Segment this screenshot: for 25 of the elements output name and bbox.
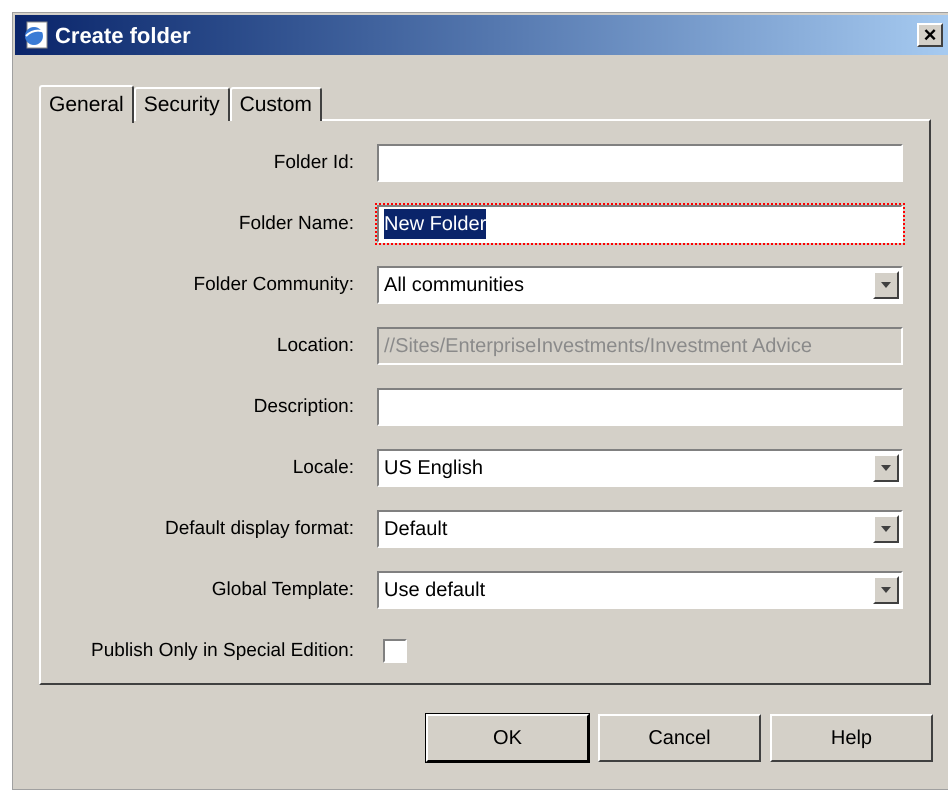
close-button[interactable]: × (917, 23, 943, 47)
tab[interactable]: Security (134, 87, 230, 121)
dropdown[interactable]: All communities (377, 266, 903, 304)
field-label: Default display format: (164, 516, 355, 541)
field-label: Folder Name: (238, 212, 355, 236)
checkbox[interactable] (383, 639, 407, 663)
tab[interactable]: Custom (230, 87, 322, 121)
field-label: Location: (276, 334, 355, 358)
field-label: Global Template: (210, 578, 355, 602)
field-label: Publish Only in Special Edition: (90, 638, 355, 663)
field-label: Description: (252, 394, 355, 419)
dialog-button[interactable]: OK (426, 714, 589, 762)
text-field[interactable] (377, 388, 903, 426)
dialog-button[interactable]: Help (770, 714, 933, 762)
field-label: Locale: (292, 456, 355, 480)
dialog-button[interactable]: Cancel (598, 714, 761, 762)
tab[interactable]: General (39, 85, 134, 123)
text-field[interactable] (377, 144, 903, 182)
text-field[interactable]: New Folder (377, 205, 903, 243)
window-title: Create folder (55, 22, 191, 50)
dropdown[interactable]: Default (377, 510, 903, 548)
field-label: Folder Community: (192, 272, 355, 297)
field-label: Folder Id: (272, 150, 355, 175)
dropdown[interactable]: Use default (377, 571, 903, 609)
dropdown[interactable]: US English (377, 449, 903, 487)
